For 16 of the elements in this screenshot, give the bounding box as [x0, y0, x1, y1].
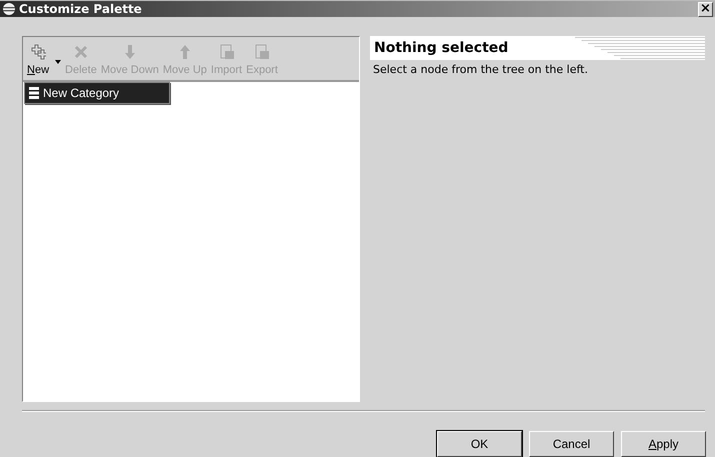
dialog-button[interactable]: OK: [437, 431, 522, 457]
app-icon: [2, 2, 16, 16]
menu-item[interactable]: New Category: [25, 83, 169, 103]
close-button[interactable]: ×: [698, 2, 713, 16]
plus-icon: [30, 44, 46, 60]
document-icon: [254, 44, 270, 60]
window-title: Customize Palette: [19, 2, 143, 16]
details-description: Select a node from the tree on the left.: [372, 62, 589, 78]
dialog-button[interactable]: Apply: [621, 431, 706, 457]
dialog-button[interactable]: Cancel: [529, 431, 614, 457]
category-icon: [29, 87, 39, 99]
cross-icon: [72, 44, 89, 60]
dropdown-caret-icon: [55, 60, 62, 64]
toolbar-button[interactable]: New: [25, 44, 64, 76]
details-title: Nothing selected: [374, 40, 510, 56]
document-icon: [218, 44, 235, 60]
